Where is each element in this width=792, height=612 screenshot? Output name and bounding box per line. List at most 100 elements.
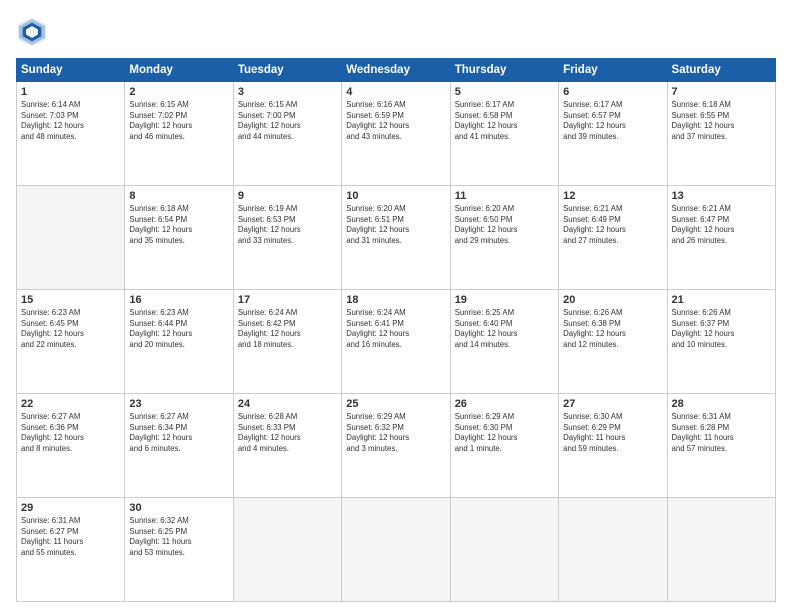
- calendar-week-row: 8 Sunrise: 6:18 AM Sunset: 6:54 PM Daylig…: [17, 186, 776, 290]
- cell-sun-info: Sunrise: 6:24 AM Sunset: 6:41 PM Dayligh…: [346, 308, 445, 350]
- calendar-cell: 9 Sunrise: 6:19 AM Sunset: 6:53 PM Daylig…: [233, 186, 341, 290]
- cell-sun-info: Sunrise: 6:14 AM Sunset: 7:03 PM Dayligh…: [21, 100, 120, 142]
- calendar-cell: 28 Sunrise: 6:31 AM Sunset: 6:28 PM Dayli…: [667, 394, 775, 498]
- day-number: 24: [238, 398, 337, 410]
- day-number: 1: [21, 86, 120, 98]
- calendar-week-row: 29 Sunrise: 6:31 AM Sunset: 6:27 PM Dayli…: [17, 498, 776, 602]
- calendar-week-row: 1 Sunrise: 6:14 AM Sunset: 7:03 PM Daylig…: [17, 82, 776, 186]
- cell-sun-info: Sunrise: 6:31 AM Sunset: 6:27 PM Dayligh…: [21, 516, 120, 558]
- cell-sun-info: Sunrise: 6:26 AM Sunset: 6:38 PM Dayligh…: [563, 308, 662, 350]
- calendar-cell: 5 Sunrise: 6:17 AM Sunset: 6:58 PM Daylig…: [450, 82, 558, 186]
- cell-sun-info: Sunrise: 6:21 AM Sunset: 6:47 PM Dayligh…: [672, 204, 771, 246]
- calendar-cell: 21 Sunrise: 6:26 AM Sunset: 6:37 PM Dayli…: [667, 290, 775, 394]
- calendar-cell: 3 Sunrise: 6:15 AM Sunset: 7:00 PM Daylig…: [233, 82, 341, 186]
- day-number: 2: [129, 86, 228, 98]
- weekday-header: Monday: [125, 59, 233, 82]
- cell-sun-info: Sunrise: 6:23 AM Sunset: 6:45 PM Dayligh…: [21, 308, 120, 350]
- day-number: 4: [346, 86, 445, 98]
- calendar-cell: 15 Sunrise: 6:23 AM Sunset: 6:45 PM Dayli…: [17, 290, 125, 394]
- day-number: 16: [129, 294, 228, 306]
- calendar-cell: 11 Sunrise: 6:20 AM Sunset: 6:50 PM Dayli…: [450, 186, 558, 290]
- calendar-cell: 12Sunrise: 6:21 AM Sunset: 6:49 PM Dayli…: [559, 186, 667, 290]
- cell-sun-info: Sunrise: 6:26 AM Sunset: 6:37 PM Dayligh…: [672, 308, 771, 350]
- calendar-cell: 10 Sunrise: 6:20 AM Sunset: 6:51 PM Dayli…: [342, 186, 450, 290]
- cell-sun-info: Sunrise: 6:15 AM Sunset: 7:00 PM Dayligh…: [238, 100, 337, 142]
- cell-sun-info: Sunrise: 6:17 AM Sunset: 6:58 PM Dayligh…: [455, 100, 554, 142]
- calendar-cell: [342, 498, 450, 602]
- cell-sun-info: Sunrise: 6:29 AM Sunset: 6:30 PM Dayligh…: [455, 412, 554, 454]
- calendar-cell: 20Sunrise: 6:26 AM Sunset: 6:38 PM Dayli…: [559, 290, 667, 394]
- day-number: 29: [21, 502, 120, 514]
- calendar-cell: 29 Sunrise: 6:31 AM Sunset: 6:27 PM Dayli…: [17, 498, 125, 602]
- day-number: 28: [672, 398, 771, 410]
- day-number: 10: [346, 190, 445, 202]
- calendar-cell: 2 Sunrise: 6:15 AM Sunset: 7:02 PM Daylig…: [125, 82, 233, 186]
- calendar-cell: 8 Sunrise: 6:18 AM Sunset: 6:54 PM Daylig…: [125, 186, 233, 290]
- day-number: 30: [129, 502, 228, 514]
- day-number: 27: [563, 398, 662, 410]
- calendar-week-row: 15 Sunrise: 6:23 AM Sunset: 6:45 PM Dayli…: [17, 290, 776, 394]
- cell-sun-info: Sunrise: 6:19 AM Sunset: 6:53 PM Dayligh…: [238, 204, 337, 246]
- cell-sun-info: Sunrise: 6:30 AM Sunset: 6:29 PM Dayligh…: [563, 412, 662, 454]
- cell-sun-info: Sunrise: 6:21 AM Sunset: 6:49 PM Dayligh…: [563, 204, 662, 246]
- calendar-cell: [559, 498, 667, 602]
- calendar-cell: 6 Sunrise: 6:17 AM Sunset: 6:57 PM Daylig…: [559, 82, 667, 186]
- calendar-cell: 27 Sunrise: 6:30 AM Sunset: 6:29 PM Dayli…: [559, 394, 667, 498]
- day-number: 19: [455, 294, 554, 306]
- weekday-header: Wednesday: [342, 59, 450, 82]
- cell-sun-info: Sunrise: 6:18 AM Sunset: 6:54 PM Dayligh…: [129, 204, 228, 246]
- cell-sun-info: Sunrise: 6:25 AM Sunset: 6:40 PM Dayligh…: [455, 308, 554, 350]
- day-number: 21: [672, 294, 771, 306]
- calendar-cell: [17, 186, 125, 290]
- cell-sun-info: Sunrise: 6:16 AM Sunset: 6:59 PM Dayligh…: [346, 100, 445, 142]
- cell-sun-info: Sunrise: 6:27 AM Sunset: 6:36 PM Dayligh…: [21, 412, 120, 454]
- cell-sun-info: Sunrise: 6:29 AM Sunset: 6:32 PM Dayligh…: [346, 412, 445, 454]
- calendar-cell: 26 Sunrise: 6:29 AM Sunset: 6:30 PM Dayli…: [450, 394, 558, 498]
- calendar-cell: 19 Sunrise: 6:25 AM Sunset: 6:40 PM Dayli…: [450, 290, 558, 394]
- cell-sun-info: Sunrise: 6:23 AM Sunset: 6:44 PM Dayligh…: [129, 308, 228, 350]
- calendar-cell: 13 Sunrise: 6:21 AM Sunset: 6:47 PM Dayli…: [667, 186, 775, 290]
- calendar-cell: 25Sunrise: 6:29 AM Sunset: 6:32 PM Dayli…: [342, 394, 450, 498]
- day-number: 9: [238, 190, 337, 202]
- calendar-header-row: SundayMondayTuesdayWednesdayThursdayFrid…: [17, 59, 776, 82]
- cell-sun-info: Sunrise: 6:20 AM Sunset: 6:50 PM Dayligh…: [455, 204, 554, 246]
- day-number: 23: [129, 398, 228, 410]
- cell-sun-info: Sunrise: 6:17 AM Sunset: 6:57 PM Dayligh…: [563, 100, 662, 142]
- cell-sun-info: Sunrise: 6:15 AM Sunset: 7:02 PM Dayligh…: [129, 100, 228, 142]
- day-number: 26: [455, 398, 554, 410]
- day-number: 5: [455, 86, 554, 98]
- calendar-cell: 22Sunrise: 6:27 AM Sunset: 6:36 PM Dayli…: [17, 394, 125, 498]
- calendar-cell: 16 Sunrise: 6:23 AM Sunset: 6:44 PM Dayli…: [125, 290, 233, 394]
- calendar-cell: [233, 498, 341, 602]
- calendar-cell: [667, 498, 775, 602]
- weekday-header: Sunday: [17, 59, 125, 82]
- day-number: 13: [672, 190, 771, 202]
- weekday-header: Saturday: [667, 59, 775, 82]
- cell-sun-info: Sunrise: 6:32 AM Sunset: 6:25 PM Dayligh…: [129, 516, 228, 558]
- day-number: 15: [21, 294, 120, 306]
- calendar-cell: 24Sunrise: 6:28 AM Sunset: 6:33 PM Dayli…: [233, 394, 341, 498]
- calendar-cell: [450, 498, 558, 602]
- logo: [16, 16, 52, 48]
- cell-sun-info: Sunrise: 6:20 AM Sunset: 6:51 PM Dayligh…: [346, 204, 445, 246]
- calendar-table: SundayMondayTuesdayWednesdayThursdayFrid…: [16, 58, 776, 602]
- cell-sun-info: Sunrise: 6:31 AM Sunset: 6:28 PM Dayligh…: [672, 412, 771, 454]
- cell-sun-info: Sunrise: 6:18 AM Sunset: 6:55 PM Dayligh…: [672, 100, 771, 142]
- day-number: 17: [238, 294, 337, 306]
- calendar-cell: 23Sunrise: 6:27 AM Sunset: 6:34 PM Dayli…: [125, 394, 233, 498]
- day-number: 18: [346, 294, 445, 306]
- weekday-header: Friday: [559, 59, 667, 82]
- calendar-body: 1 Sunrise: 6:14 AM Sunset: 7:03 PM Daylig…: [17, 82, 776, 602]
- calendar-cell: 7 Sunrise: 6:18 AM Sunset: 6:55 PM Daylig…: [667, 82, 775, 186]
- weekday-header: Thursday: [450, 59, 558, 82]
- day-number: 8: [129, 190, 228, 202]
- day-number: 11: [455, 190, 554, 202]
- page: SundayMondayTuesdayWednesdayThursdayFrid…: [0, 0, 792, 612]
- day-number: 3: [238, 86, 337, 98]
- weekday-header: Tuesday: [233, 59, 341, 82]
- day-number: 6: [563, 86, 662, 98]
- calendar-cell: 18 Sunrise: 6:24 AM Sunset: 6:41 PM Dayli…: [342, 290, 450, 394]
- day-number: 7: [672, 86, 771, 98]
- logo-icon: [16, 16, 48, 48]
- calendar-week-row: 22Sunrise: 6:27 AM Sunset: 6:36 PM Dayli…: [17, 394, 776, 498]
